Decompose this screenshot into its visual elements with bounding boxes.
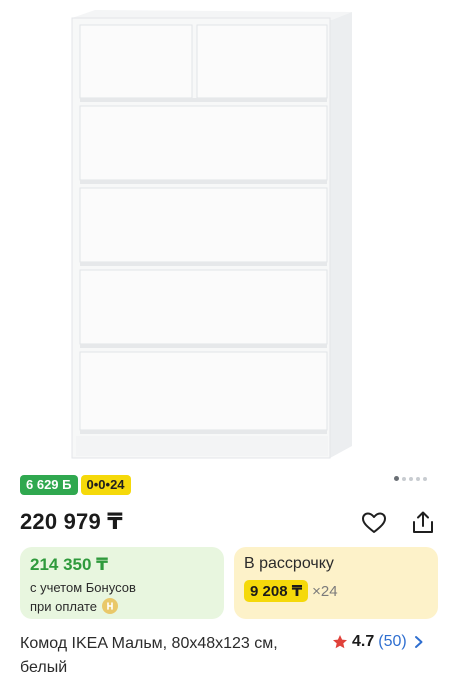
pagination-dot — [416, 477, 420, 481]
chevron-right-icon — [414, 636, 423, 648]
heart-icon — [362, 512, 386, 533]
bonus-coin-icon — [101, 598, 118, 614]
bonus-note-line2: при оплате — [30, 598, 118, 614]
star-icon — [333, 635, 347, 649]
pagination-dot — [409, 477, 413, 481]
pagination-dot — [402, 477, 406, 481]
installment-months: ×24 — [312, 582, 338, 600]
favorite-button[interactable] — [359, 509, 389, 537]
promo-badges: 6 629 Б 0•0•24 — [20, 475, 131, 495]
bonus-note-line1: с учетом Бонусов — [30, 580, 136, 595]
pagination-dot-active — [394, 476, 399, 481]
installment-title: В рассрочку — [244, 555, 334, 572]
share-button[interactable] — [408, 509, 438, 537]
bonus-price-card[interactable]: 214 350 ₸ с учетом Бонусов при оплате — [20, 547, 224, 619]
product-image-gallery[interactable] — [0, 0, 458, 468]
rating-link[interactable]: 4.7 (50) — [332, 632, 425, 652]
installment-monthly: 9 208 ₸ — [244, 580, 309, 602]
installment-card[interactable]: В рассрочку 9 208 ₸ ×24 — [234, 547, 438, 619]
bonus-badge: 6 629 Б — [20, 475, 78, 495]
bonus-price: 214 350 ₸ — [30, 555, 109, 574]
installment-badge: 0•0•24 — [80, 475, 131, 495]
share-icon — [413, 511, 433, 533]
installment-row: 9 208 ₸ ×24 — [244, 580, 338, 602]
reviews-count: (50) — [378, 633, 407, 650]
pagination-dot — [423, 477, 427, 481]
product-title: Комод IKEA Мальм, 80x48x123 см, белый — [20, 635, 278, 676]
product-price: 220 979 ₸ — [20, 509, 123, 534]
bonus-note-text: при оплате — [30, 598, 97, 614]
rating-value: 4.7 — [352, 633, 375, 650]
product-image — [71, 10, 352, 459]
